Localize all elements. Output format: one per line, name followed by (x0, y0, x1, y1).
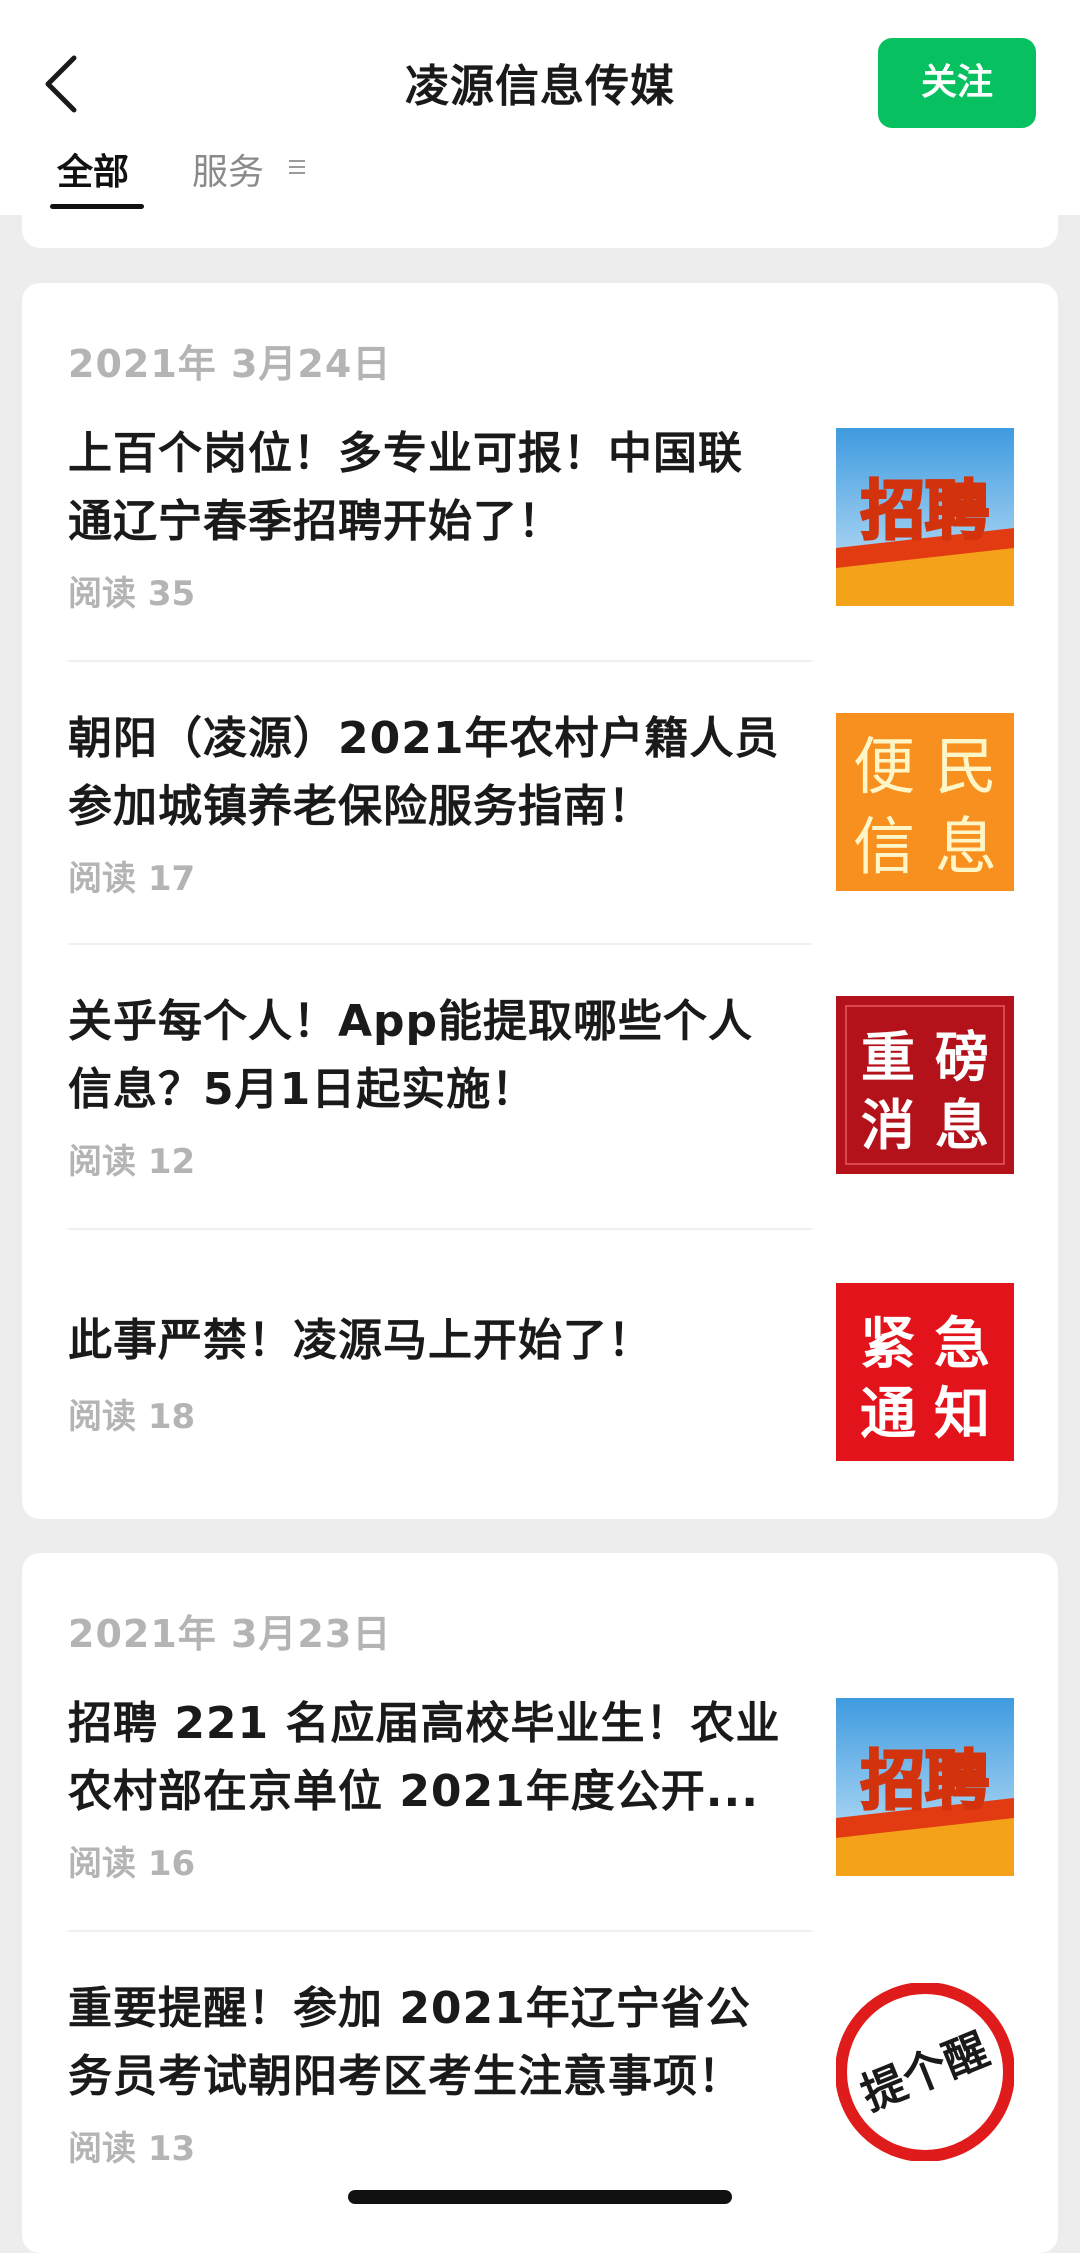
divider (68, 1930, 812, 1932)
group-date: 2021年 3月24日 (68, 342, 392, 386)
svg-text:重: 重 (861, 1026, 915, 1089)
article-title[interactable]: 此事严禁！凌源马上开始了！ (68, 1307, 828, 1375)
svg-text:招聘: 招聘 (861, 1745, 989, 1819)
divider (68, 943, 812, 945)
article-title[interactable]: 招聘 221 名应届高校毕业生！农业 农村部在京单位 2021年度公开... (68, 1690, 828, 1826)
svg-text:通: 通 (860, 1382, 916, 1447)
header-bar: 凌源信息传媒 关注 全部 服务 (0, 0, 1080, 215)
article-title[interactable]: 上百个岗位！多专业可报！中国联 通辽宁春季招聘开始了！ (68, 420, 828, 556)
follow-button[interactable]: 关注 (878, 38, 1036, 128)
svg-text:消: 消 (861, 1094, 915, 1157)
article-title[interactable]: 关乎每个人！App能提取哪些个人 信息？5月1日起实施！ (68, 988, 828, 1124)
home-indicator[interactable] (348, 2190, 732, 2204)
svg-text:信: 信 (853, 810, 915, 883)
group-date: 2021年 3月23日 (68, 1612, 392, 1656)
article-thumbnail[interactable]: 便 民 信 息 (836, 713, 1014, 891)
article-group-card: 2021年 3月23日 招聘 221 名应届高校毕业生！农业 农村部在京单位 2… (22, 1553, 1058, 2253)
article-thumbnail[interactable]: 重 磅 消 息 (836, 996, 1014, 1174)
svg-text:招聘: 招聘 (861, 475, 989, 549)
divider (68, 660, 812, 662)
article-thumbnail[interactable]: 紧 急 通 知 (836, 1283, 1014, 1461)
article-read-count: 阅读 35 (68, 574, 196, 614)
article-group-card: 2021年 3月24日 上百个岗位！多专业可报！中国联 通辽宁春季招聘开始了！ … (22, 283, 1058, 1519)
svg-text:息: 息 (935, 1094, 989, 1157)
svg-text:息: 息 (935, 810, 997, 883)
article-read-count: 阅读 16 (68, 1844, 196, 1884)
active-tab-indicator (50, 204, 144, 209)
menu-lines-icon[interactable] (288, 158, 306, 176)
svg-text:便: 便 (853, 730, 915, 803)
article-read-count: 阅读 12 (68, 1142, 196, 1182)
article-title[interactable]: 重要提醒！参加 2021年辽宁省公 务员考试朝阳考区考生注意事项！ (68, 1975, 828, 2111)
tab-services[interactable]: 服务 (192, 143, 264, 195)
article-read-count: 阅读 18 (68, 1397, 196, 1437)
article-title[interactable]: 朝阳（凌源）2021年农村户籍人员 参加城镇养老保险服务指南！ (68, 705, 828, 841)
previous-card-edge (22, 215, 1058, 248)
article-thumbnail[interactable]: 招聘 (836, 428, 1014, 606)
svg-text:急: 急 (934, 1312, 990, 1377)
divider (68, 1228, 812, 1230)
svg-text:紧: 紧 (860, 1312, 916, 1377)
tab-all[interactable]: 全部 (57, 143, 129, 195)
article-read-count: 阅读 17 (68, 859, 196, 899)
svg-text:知: 知 (934, 1382, 990, 1447)
article-thumbnail[interactable]: 招聘 (836, 1698, 1014, 1876)
svg-text:民: 民 (935, 730, 997, 803)
article-read-count: 阅读 13 (68, 2129, 196, 2169)
article-thumbnail[interactable]: 提个醒 (836, 1983, 1014, 2161)
svg-text:磅: 磅 (935, 1026, 989, 1089)
